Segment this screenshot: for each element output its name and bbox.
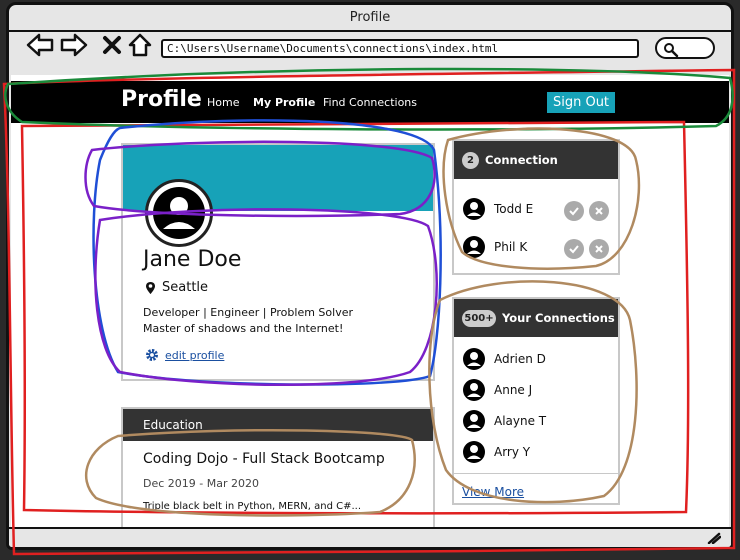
list-item[interactable]: Adrien D [462,347,546,371]
education-heading: Education [123,409,433,441]
x-icon [595,245,603,253]
back-icon[interactable] [25,31,55,59]
profile-card: Jane Doe Seattle Developer | Engineer | … [121,143,435,381]
person-name[interactable]: Phil K [494,240,527,254]
user-icon [463,198,485,220]
search-field[interactable] [655,37,715,59]
decline-button[interactable] [589,239,609,259]
connections-heading: Your Connections [502,311,615,325]
profile-name: Jane Doe [143,247,242,272]
user-icon [463,236,485,258]
person-name[interactable]: Adrien D [494,352,546,366]
close-icon[interactable] [97,31,127,59]
list-item[interactable]: Todd E [462,197,533,221]
request-actions [564,201,609,221]
requests-header: 2 Connection Requests [454,141,618,205]
bio-line: Developer | Engineer | Problem Solver [143,306,353,319]
decline-button[interactable] [589,201,609,221]
address-bar[interactable]: C:\Users\Username\Documents\connections\… [161,39,639,58]
user-icon [463,441,485,463]
resize-grip-icon [707,532,721,544]
user-icon [463,348,485,370]
list-item[interactable]: Arry Y [462,440,530,464]
person-name[interactable]: Arry Y [494,445,530,459]
nav-link-my-profile[interactable]: My Profile [253,96,315,109]
browser-window: Profile C:\Users\Username\Documents\conn… [6,2,734,550]
divider [454,473,618,474]
avatar [145,179,213,247]
person-name[interactable]: Alayne T [494,414,546,428]
edit-profile-label[interactable]: edit profile [165,349,224,362]
x-icon [595,207,603,215]
connections-count-badge: 500+ [462,310,496,327]
connection-requests-card: 2 Connection Requests Todd E Phil K [452,139,620,275]
top-navbar: Profile Home My Profile Find Connections… [11,81,729,123]
profile-location: Seattle [145,280,208,295]
connections-card: 500+ Your Connections Adrien D Anne J Ala… [452,297,620,505]
education-card: Education Coding Dojo - Full Stack Bootc… [121,407,435,527]
profile-bio: Developer | Engineer | Problem Solver Ma… [143,305,353,337]
education-dates: Dec 2019 - Mar 2020 [143,477,259,490]
nav-link-home[interactable]: Home [207,96,239,109]
edit-profile-link[interactable]: edit profile [145,348,224,362]
user-icon [153,187,205,239]
view-more-link[interactable]: View More [462,485,524,499]
user-icon [463,410,485,432]
education-description: Triple black belt in Python, MERN, and C… [143,501,362,512]
user-icon [463,379,485,401]
list-item[interactable]: Anne J [462,378,532,402]
list-item[interactable]: Phil K [462,235,527,259]
connections-header: 500+ Your Connections [454,299,618,337]
home-icon[interactable] [125,31,155,59]
nav-link-find-connections[interactable]: Find Connections [323,96,417,109]
requests-count-badge: 2 [462,152,479,169]
brand-title[interactable]: Profile [121,87,202,112]
forward-icon[interactable] [59,31,89,59]
check-icon [569,207,579,216]
status-bar [9,527,731,547]
bio-line: Master of shadows and the Internet! [143,322,344,335]
accept-button[interactable] [564,201,584,221]
location-pin-icon [146,281,155,294]
window-title: Profile [349,10,391,25]
sign-out-button[interactable]: Sign Out [547,92,615,113]
person-name[interactable]: Anne J [494,383,532,397]
accept-button[interactable] [564,239,584,259]
request-actions [564,239,609,259]
web-page: Profile Home My Profile Find Connections… [11,75,729,527]
check-icon [569,245,579,254]
search-icon [664,43,679,58]
list-item[interactable]: Alayne T [462,409,546,433]
person-name[interactable]: Todd E [494,202,533,216]
location-text: Seattle [162,280,209,295]
education-school: Coding Dojo - Full Stack Bootcamp [143,451,385,467]
gear-icon [146,349,158,361]
